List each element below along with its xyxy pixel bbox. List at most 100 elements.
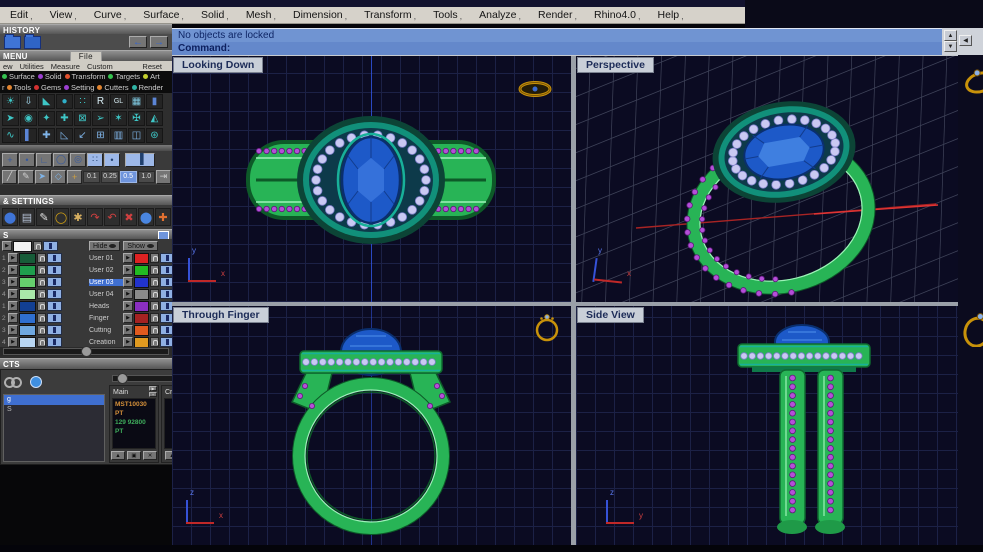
viewport-through-finger[interactable]: Through Finger z x <box>172 306 571 546</box>
align-icon[interactable]: ↙ <box>74 128 91 143</box>
menu-category-solid[interactable]: Solid <box>38 72 62 81</box>
menu-item-tools[interactable]: Tools, <box>433 9 462 21</box>
expand-arrow-button[interactable]: ▶ <box>123 265 133 275</box>
visibility-button[interactable] <box>43 241 58 251</box>
glasses-icon[interactable] <box>11 377 22 388</box>
layer-name[interactable]: User 02 <box>89 267 123 274</box>
objects-item[interactable]: 129 92800 <box>115 418 153 427</box>
add-button[interactable]: + <box>149 392 157 397</box>
layer-color-swatch[interactable] <box>134 325 149 336</box>
render-r-icon[interactable]: R <box>92 94 109 109</box>
menu-item-dimension[interactable]: Dimension, <box>293 9 347 21</box>
step-icon[interactable]: ⇥ <box>156 170 171 184</box>
box-select-icon[interactable]: ⊠ <box>74 111 91 126</box>
viewport-label-perspective[interactable]: Perspective <box>577 57 654 73</box>
menu-tab-measure[interactable]: Measure <box>51 62 80 71</box>
fly-icon[interactable]: ➢ <box>92 111 109 126</box>
visibility-button[interactable] <box>47 301 62 311</box>
menu-category-art[interactable]: Art <box>143 72 160 81</box>
sun-icon[interactable]: ☀ <box>2 94 19 109</box>
layer-color-swatch[interactable] <box>134 277 149 288</box>
menu-item-help[interactable]: Help, <box>658 9 684 21</box>
layer-color-swatch[interactable] <box>19 337 36 348</box>
menu-tab-custom[interactable]: Custom <box>87 62 113 71</box>
diamond-icon[interactable]: ◇ <box>51 170 66 184</box>
layout-icon[interactable]: ⊞ <box>92 128 109 143</box>
columns-icon[interactable]: ◫ <box>128 128 145 143</box>
lock-icon[interactable] <box>150 337 159 347</box>
layer-color-swatch[interactable] <box>19 277 36 288</box>
snap-circle-icon[interactable]: ◯ <box>53 153 69 167</box>
layer-color-swatch[interactable] <box>134 289 149 300</box>
layer-color-swatch[interactable] <box>134 337 149 348</box>
star-icon[interactable]: ✶ <box>110 111 127 126</box>
snap-corner-icon[interactable]: ∟ <box>36 153 52 167</box>
objects-item[interactable]: MST10030 <box>115 400 153 409</box>
delete-button[interactable]: ✕ <box>143 451 157 460</box>
objects-item[interactable]: PT <box>115 427 153 436</box>
cylinder-icon[interactable]: ⬤ <box>2 208 18 226</box>
rows-icon[interactable]: ▥ <box>110 128 127 143</box>
menu-category-targets[interactable]: Targets <box>108 72 140 81</box>
corner-icon[interactable]: ◺ <box>56 128 73 143</box>
arrow-icon[interactable]: ➤ <box>35 170 50 184</box>
increment-0.25[interactable]: 0.25 <box>101 171 118 183</box>
menu-category-cutters[interactable]: Cutters <box>97 83 128 92</box>
viewport-label-looking-down[interactable]: Looking Down <box>173 57 263 73</box>
ring-view-icon[interactable] <box>517 80 553 98</box>
objects-item[interactable]: PT <box>115 409 153 418</box>
menu-item-view[interactable]: View, <box>50 9 77 21</box>
snap-center-icon[interactable]: ◎ <box>70 153 86 167</box>
lock-icon[interactable] <box>37 337 46 347</box>
layer-name[interactable]: Cutting <box>89 327 123 334</box>
gumball-icon[interactable]: ✚ <box>38 128 55 143</box>
layer-color-swatch[interactable] <box>134 313 149 324</box>
snap-mid-icon[interactable]: ∷ <box>87 153 103 167</box>
sphere-icon[interactable]: ● <box>56 94 73 109</box>
lock-icon[interactable] <box>150 313 159 323</box>
snap-near-icon[interactable]: • <box>104 153 120 167</box>
ring-tool-icon[interactable] <box>960 307 983 347</box>
menu-item-solid[interactable]: Solid, <box>201 9 229 21</box>
show-button[interactable]: Show <box>123 241 158 251</box>
expand-arrow-button[interactable]: ▶ <box>123 277 133 287</box>
lock-icon[interactable] <box>150 289 159 299</box>
expand-arrow-button[interactable]: ▶ <box>123 289 133 299</box>
open-file-icon[interactable] <box>4 36 21 49</box>
lock-icon[interactable] <box>150 253 159 263</box>
pipe-icon[interactable]: ▌ <box>20 128 37 143</box>
curve-icon[interactable]: ∿ <box>2 128 19 143</box>
lock-icon[interactable] <box>37 253 46 263</box>
objects-list-item[interactable]: S <box>4 405 104 415</box>
expand-arrow-button[interactable]: ▶ <box>8 325 18 335</box>
lock-icon[interactable] <box>37 313 46 323</box>
layer-name[interactable]: User 03 <box>89 279 123 286</box>
viewport-label-through-finger[interactable]: Through Finger <box>173 307 269 323</box>
master-color-swatch[interactable] <box>13 241 32 252</box>
lock-icon[interactable] <box>37 325 46 335</box>
visibility-button[interactable] <box>47 289 62 299</box>
gold-ring-icon[interactable]: ◯ <box>53 208 69 226</box>
lock-icon[interactable] <box>33 241 42 251</box>
layer-color-swatch[interactable] <box>19 289 36 300</box>
lock-icon[interactable] <box>150 277 159 287</box>
layer-color-swatch[interactable] <box>134 301 149 312</box>
layer-color-swatch[interactable] <box>19 253 36 264</box>
lock-icon[interactable] <box>150 265 159 275</box>
command-collapse-button[interactable]: ◀ <box>959 35 972 46</box>
history-back-button[interactable]: ← <box>129 36 147 48</box>
menu-tab-ew[interactable]: ew <box>3 62 13 71</box>
spark-icon[interactable]: ✦ <box>38 111 55 126</box>
layers-scroll-track[interactable] <box>3 348 169 355</box>
menu-item-analyze[interactable]: Analyze, <box>479 9 521 21</box>
redo-icon[interactable]: ↷ <box>87 208 103 226</box>
reset-button[interactable]: Reset <box>142 62 162 71</box>
visibility-button[interactable] <box>47 277 62 287</box>
menu-category-surface[interactable]: Surface <box>2 72 35 81</box>
drop-down-icon[interactable]: ⇩ <box>20 94 37 109</box>
expand-arrow-button[interactable]: ▶ <box>123 325 133 335</box>
pointer-icon[interactable]: ➤ <box>2 111 19 126</box>
layer-color-swatch[interactable] <box>19 313 36 324</box>
expand-arrow-button[interactable]: ▶ <box>149 386 157 391</box>
image-icon[interactable]: ▦ <box>128 94 145 109</box>
